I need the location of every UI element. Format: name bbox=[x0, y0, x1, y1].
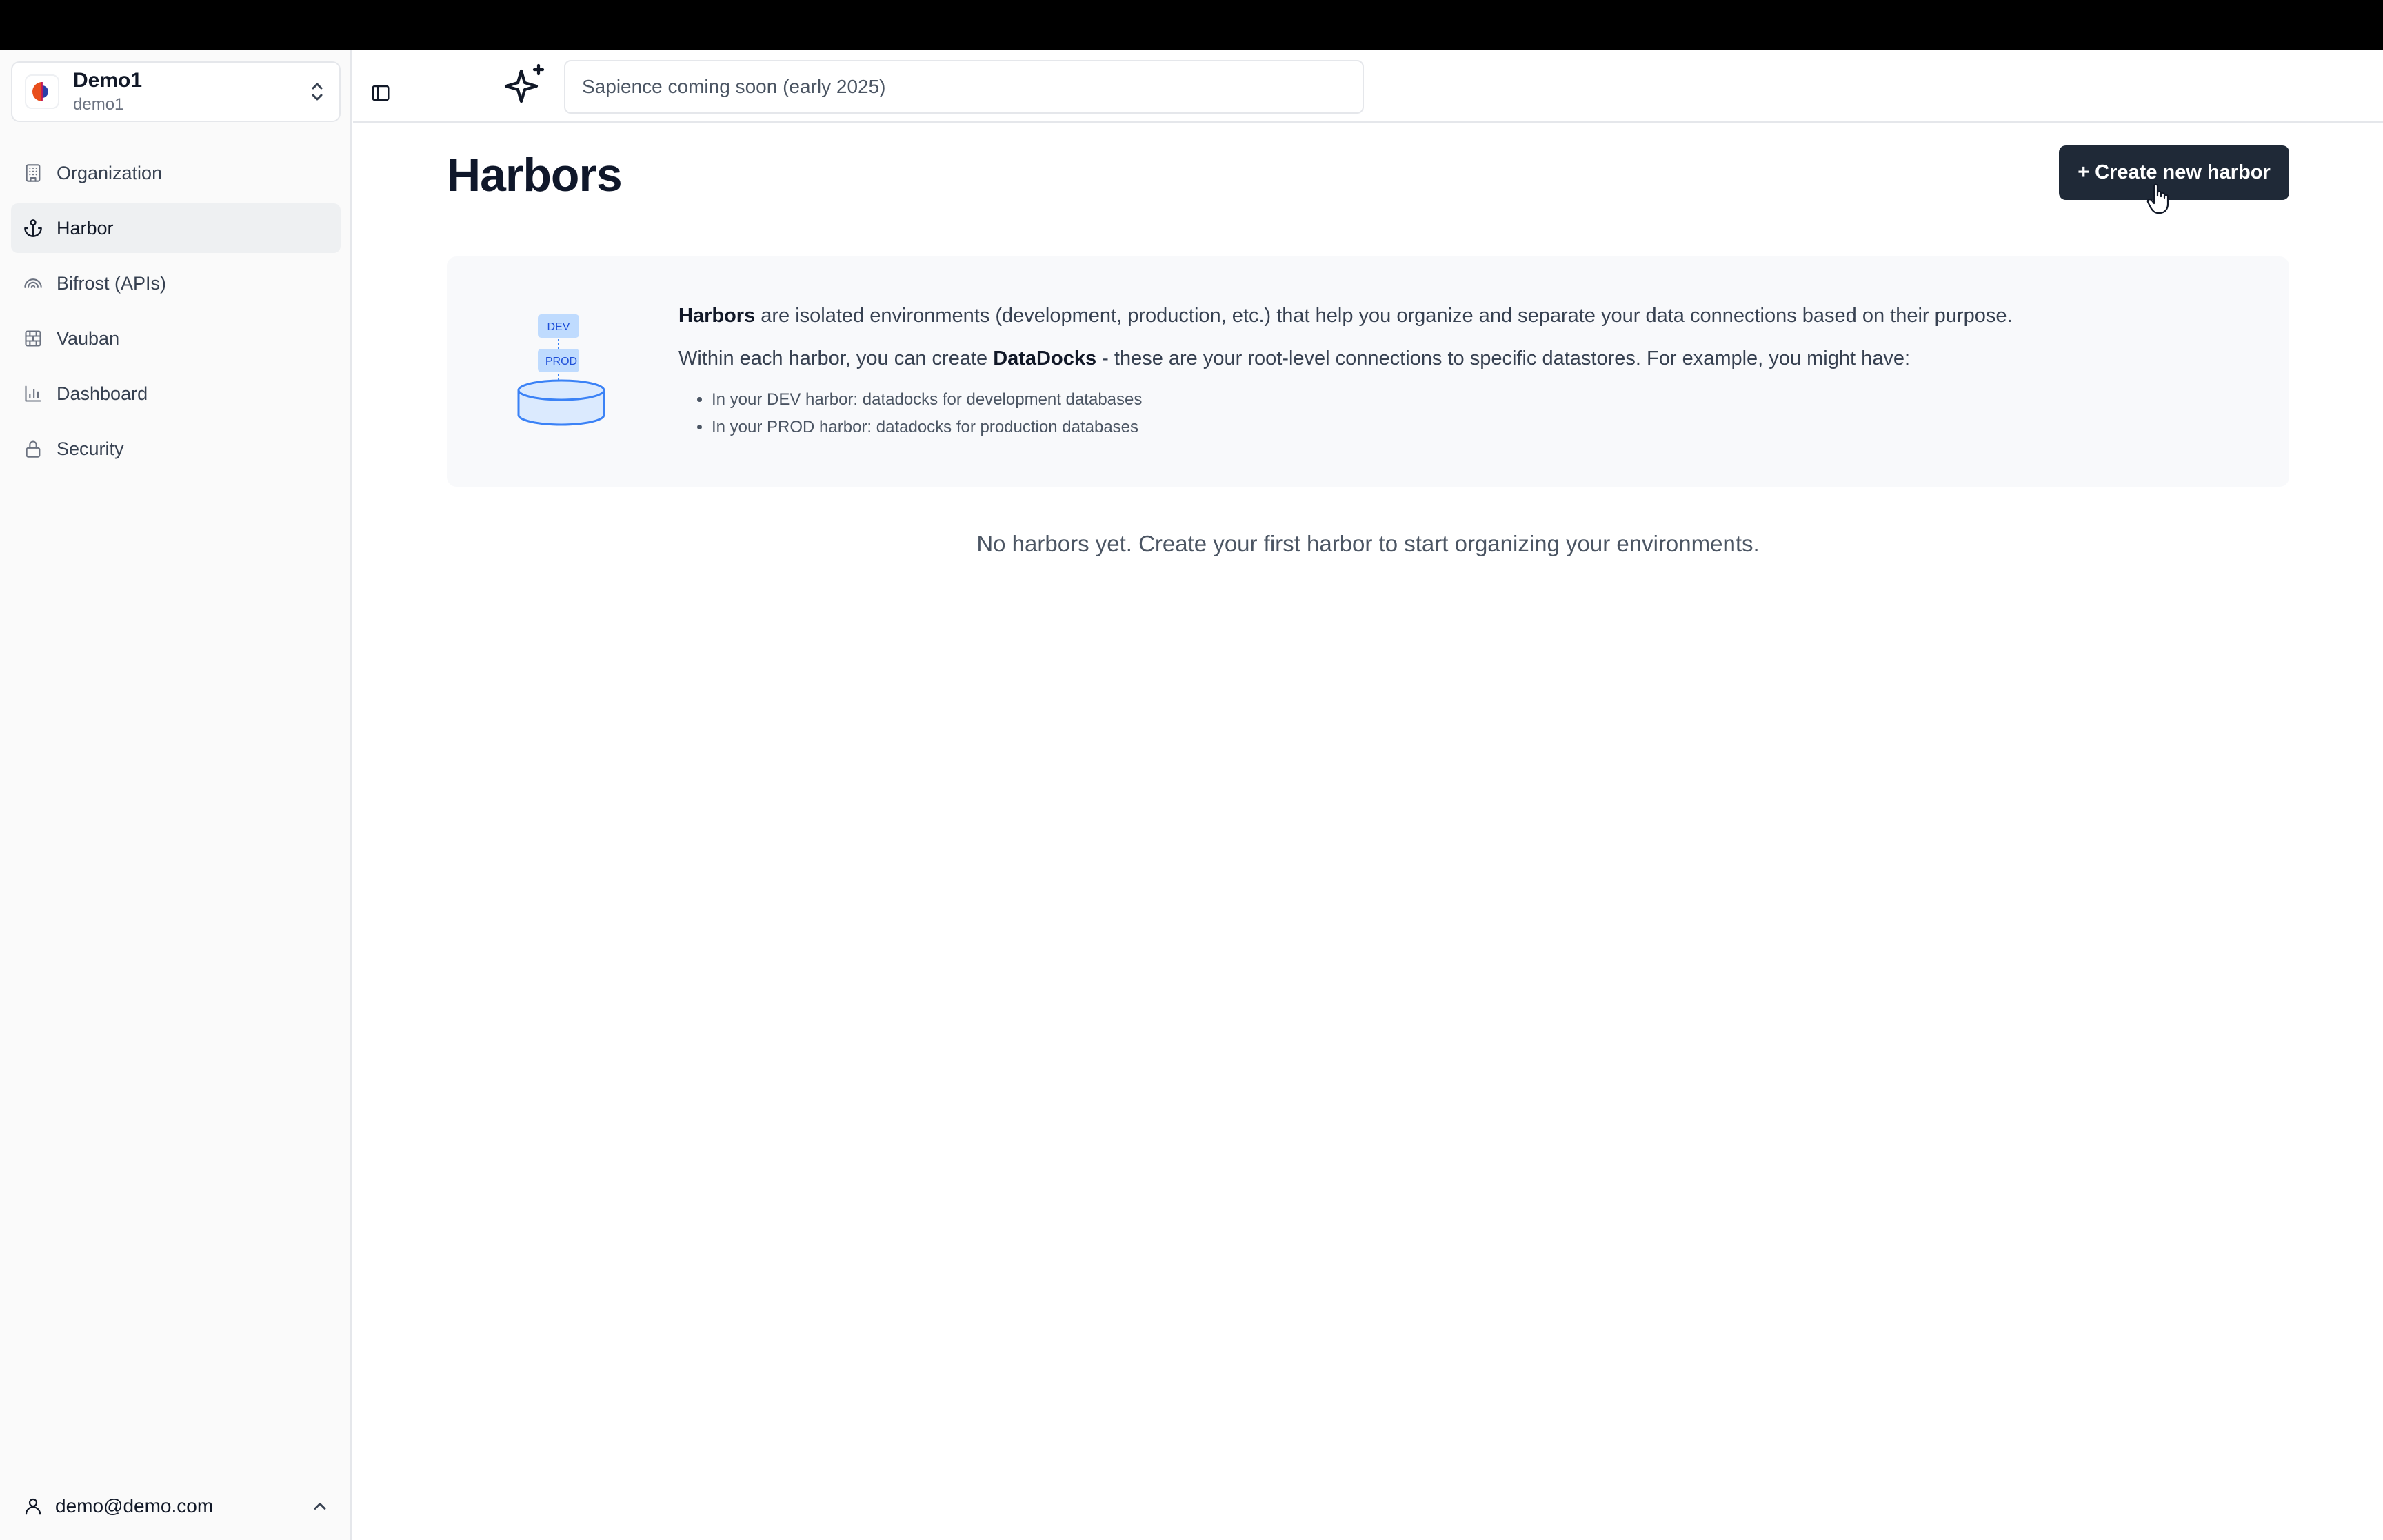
sidebar-item-organization[interactable]: Organization bbox=[11, 148, 341, 198]
org-slug: demo1 bbox=[73, 95, 124, 114]
info-datadocks: Within each harbor, you can create DataD… bbox=[678, 345, 2264, 372]
brick-wall-icon bbox=[22, 327, 44, 349]
sapience-search-input[interactable] bbox=[564, 60, 1364, 114]
org-name: Demo1 bbox=[73, 69, 143, 92]
panel-left-icon bbox=[372, 85, 390, 101]
info-line2-start: Within each harbor, you can create bbox=[678, 347, 994, 369]
anchor-icon bbox=[22, 217, 44, 239]
org-switcher[interactable]: Demo1 demo1 bbox=[11, 61, 341, 122]
info-line1-text: are isolated environments (development, … bbox=[755, 305, 2013, 327]
sidebar: Demo1 demo1 Organization Harbor Bifrost … bbox=[0, 50, 352, 1540]
sidebar-item-security[interactable]: Security bbox=[11, 424, 341, 474]
org-logo bbox=[25, 74, 59, 109]
page-title: Harbors bbox=[447, 149, 623, 201]
harbor-info-card: DEV PROD Harbors are isolated environmen… bbox=[447, 256, 2289, 487]
sidebar-item-bifrost[interactable]: Bifrost (APIs) bbox=[11, 259, 341, 308]
rainbow-icon bbox=[22, 272, 44, 294]
sidebar-toggle-button[interactable] bbox=[360, 72, 401, 114]
info-datadocks-bold: DataDocks bbox=[993, 347, 1097, 369]
list-item: In your DEV harbor: datadocks for develo… bbox=[712, 386, 2264, 414]
harbor-illustration-icon: DEV PROD bbox=[517, 314, 605, 426]
chevron-up-icon bbox=[314, 1503, 326, 1510]
empty-state-message: No harbors yet. Create your first harbor… bbox=[976, 531, 1760, 556]
lock-icon bbox=[22, 438, 44, 460]
bar-chart-icon bbox=[22, 383, 44, 405]
sidebar-item-label: Dashboard bbox=[57, 383, 148, 404]
info-examples-list: In your DEV harbor: datadocks for develo… bbox=[678, 386, 2264, 441]
user-menu[interactable]: demo@demo.com bbox=[11, 1482, 341, 1530]
create-new-harbor-button[interactable]: + Create new harbor bbox=[2059, 145, 2289, 200]
list-item: In your PROD harbor: datadocks for produ… bbox=[712, 414, 2264, 441]
sidebar-item-label: Harbor bbox=[57, 217, 114, 239]
top-black-bar bbox=[0, 0, 2383, 50]
sidebar-item-label: Bifrost (APIs) bbox=[57, 272, 167, 294]
sidebar-item-label: Security bbox=[57, 438, 124, 459]
info-harbors-bold: Harbors bbox=[678, 305, 756, 327]
sidebar-item-harbor[interactable]: Harbor bbox=[11, 203, 341, 253]
illustration-prod-label: PROD bbox=[545, 356, 577, 367]
illustration-dev-label: DEV bbox=[547, 321, 570, 333]
sparkle-icon bbox=[504, 63, 545, 103]
user-icon bbox=[22, 1495, 44, 1517]
user-email: demo@demo.com bbox=[55, 1495, 214, 1517]
sidebar-item-dashboard[interactable]: Dashboard bbox=[11, 369, 341, 418]
main-content: Harbors + Create new harbor DEV PROD Har… bbox=[353, 123, 2383, 1540]
app-header bbox=[353, 50, 2383, 123]
info-line2-rest: - these are your root-level connections … bbox=[1096, 347, 1911, 369]
sidebar-item-label: Organization bbox=[57, 162, 163, 183]
sidebar-item-vauban[interactable]: Vauban bbox=[11, 314, 341, 363]
building-icon bbox=[22, 162, 44, 184]
chevron-up-down-icon bbox=[312, 83, 323, 101]
sidebar-item-label: Vauban bbox=[57, 327, 120, 349]
info-description: Harbors are isolated environments (devel… bbox=[678, 302, 2264, 330]
sidebar-nav: Organization Harbor Bifrost (APIs) Vauba… bbox=[11, 148, 341, 479]
hand-cursor-icon bbox=[2146, 183, 2169, 214]
